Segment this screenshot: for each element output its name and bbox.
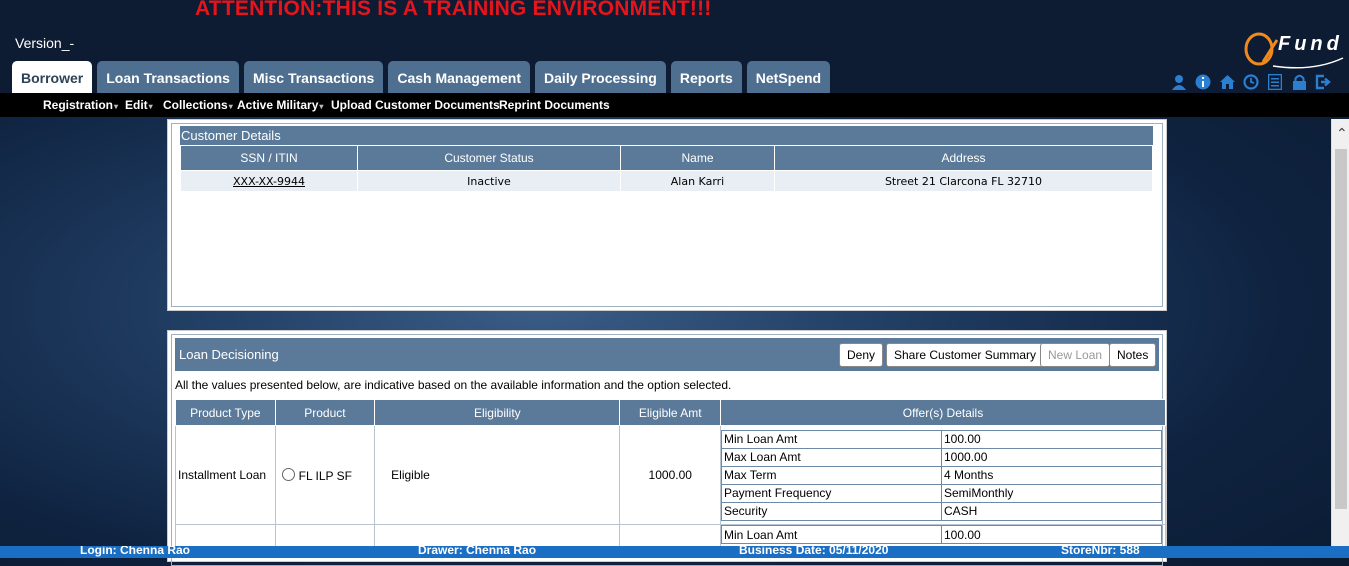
col-address: Address	[774, 145, 1153, 171]
new-loan-button[interactable]: New Loan	[1040, 343, 1111, 367]
tab-netspend[interactable]: NetSpend	[746, 61, 831, 93]
customer-details-title: Customer Details	[180, 126, 1153, 145]
offer-value: SemiMonthly	[941, 483, 1162, 503]
product-type-cell: Installment Loan	[175, 425, 276, 525]
col-eligible-amt: Eligible Amt	[619, 399, 721, 426]
offer-value: 100.00	[941, 429, 1162, 449]
list-icon[interactable]	[1266, 73, 1284, 92]
deny-button[interactable]: Deny	[839, 343, 884, 367]
offer-value: CASH	[941, 501, 1162, 521]
submenu-collections[interactable]: Collections▾	[163, 98, 233, 112]
tab-misc-transactions[interactable]: Misc Transactions	[243, 61, 384, 93]
name-cell: Alan Karri	[620, 170, 775, 192]
tab-daily-processing[interactable]: Daily Processing	[535, 61, 666, 93]
col-product: Product	[274, 399, 376, 426]
col-offer-details: Offer(s) Details	[720, 399, 1166, 426]
tab-loan-transactions[interactable]: Loan Transactions	[97, 61, 239, 93]
home-icon[interactable]	[1218, 74, 1236, 92]
customer-table: SSN / ITIN Customer Status Name Address …	[180, 145, 1153, 192]
offer-details-cell: Min Loan Amt 100.00 Max Loan Amt 1000.00 M…	[720, 425, 1166, 525]
offer-value: 4 Months	[941, 465, 1162, 485]
loan-decisioning-panel: Loan Decisioning Deny Share Customer Sum…	[167, 330, 1167, 566]
footer-business-date: Business Date: 05/11/2020	[739, 546, 889, 557]
offer-value: 1000.00	[941, 447, 1162, 467]
tab-borrower[interactable]: Borrower	[12, 61, 93, 93]
footer-store: StoreNbr: 588	[1061, 546, 1140, 557]
product-cell: FL ILP SF	[274, 425, 376, 525]
ssn-link[interactable]: XXX-XX-9944	[180, 170, 358, 192]
loan-table-header: Product Type Product Eligibility Eligibl…	[175, 399, 1166, 426]
scroll-thumb[interactable]	[1335, 149, 1347, 509]
address-cell: Street 21 Clarcona FL 32710	[774, 170, 1153, 192]
offer-label: Payment Frequency	[721, 483, 942, 503]
offer-details-table: Min Loan Amt 100.00 Max Loan Amt 1000.00 M…	[721, 429, 1162, 521]
vertical-scrollbar[interactable]: ⌃	[1331, 119, 1349, 546]
submenu-label: Edit	[125, 98, 148, 112]
submenu-reprint-documents[interactable]: Reprint Documents	[499, 98, 610, 112]
logout-icon[interactable]	[1314, 74, 1332, 92]
caret-down-icon: ▾	[148, 102, 153, 111]
offer-details-table: Min Loan Amt 100.00	[721, 525, 1162, 544]
submenu-edit[interactable]: Edit▾	[125, 98, 153, 112]
tab-cash-management[interactable]: Cash Management	[388, 61, 531, 93]
offer-row: Max Term 4 Months	[721, 465, 1162, 485]
col-ssn: SSN / ITIN	[180, 145, 358, 171]
caret-down-icon: ▾	[114, 102, 119, 111]
header-icons	[1170, 73, 1332, 92]
lock-icon[interactable]	[1290, 74, 1308, 92]
caret-down-icon: ▾	[228, 102, 233, 111]
offer-label: Security	[721, 501, 942, 521]
eligibility-cell: Eligible	[374, 425, 621, 525]
main-tabs: Borrower Loan Transactions Misc Transact…	[12, 61, 831, 93]
submenu-label: Active Military	[237, 98, 319, 112]
footer-login: Login: Chenna Rao	[80, 546, 190, 557]
product-radio[interactable]	[281, 467, 295, 481]
offer-row: Payment Frequency SemiMonthly	[721, 483, 1162, 503]
offer-label: Min Loan Amt	[721, 429, 942, 449]
offer-label: Max Loan Amt	[721, 447, 942, 467]
submenu-registration[interactable]: Registration▾	[43, 98, 118, 112]
status-footer: Login: Chenna Rao Drawer: Chenna Rao Bus…	[0, 546, 1349, 558]
offer-value: 100.00	[941, 525, 1162, 544]
customer-table-header: SSN / ITIN Customer Status Name Address	[180, 145, 1153, 171]
training-banner: ATTENTION:THIS IS A TRAINING ENVIRONMENT…	[195, 0, 712, 20]
offer-label: Max Term	[721, 465, 942, 485]
notes-button[interactable]: Notes	[1109, 343, 1157, 367]
version-label: Version_-	[15, 35, 75, 51]
footer-drawer: Drawer: Chenna Rao	[418, 546, 537, 557]
submenu-active-military[interactable]: Active Military▾	[237, 98, 323, 112]
submenu-label: Collections	[163, 98, 228, 112]
offer-label: Min Loan Amt	[721, 525, 942, 544]
offer-row: Max Loan Amt 1000.00	[721, 447, 1162, 467]
clock-icon[interactable]	[1242, 74, 1260, 92]
scroll-up-icon[interactable]: ⌃	[1336, 126, 1348, 142]
info-icon[interactable]	[1194, 74, 1212, 92]
col-product-type: Product Type	[175, 399, 276, 426]
offer-row: Min Loan Amt 100.00	[721, 429, 1162, 449]
col-eligibility: Eligibility	[374, 399, 621, 426]
offer-row: Security CASH	[721, 501, 1162, 521]
user-icon[interactable]	[1170, 74, 1188, 92]
col-name: Name	[620, 145, 775, 171]
sub-menu-bar: Registration▾ Edit▾ Collections▾ Active …	[0, 93, 1349, 117]
indicative-note: All the values presented below, are indi…	[175, 378, 732, 392]
tab-reports[interactable]: Reports	[670, 61, 742, 93]
col-status: Customer Status	[357, 145, 621, 171]
eligible-amt-cell: 1000.00	[619, 425, 721, 525]
loan-options-table: Product Type Product Eligibility Eligibl…	[175, 399, 1166, 558]
table-row: Installment Loan FL ILP SF Eligible 1000…	[175, 425, 1166, 525]
share-customer-summary-button[interactable]: Share Customer Summary	[886, 343, 1045, 367]
offer-row: Min Loan Amt 100.00	[721, 525, 1162, 544]
logo-text: Fund	[1278, 33, 1343, 55]
loan-decisioning-title: Loan Decisioning	[179, 347, 279, 362]
product-label: FL ILP SF	[298, 468, 353, 483]
loan-decisioning-header: Loan Decisioning Deny Share Customer Sum…	[175, 338, 1159, 371]
submenu-upload-customer-documents[interactable]: Upload Customer Documents	[331, 98, 500, 112]
status-cell: Inactive	[357, 170, 621, 192]
ssn-value[interactable]: XXX-XX-9944	[233, 175, 305, 188]
customer-details-panel: Customer Details SSN / ITIN Customer Sta…	[167, 119, 1167, 311]
submenu-label: Registration	[43, 98, 114, 112]
table-row: XXX-XX-9944 Inactive Alan Karri Street 2…	[180, 170, 1153, 192]
caret-down-icon: ▾	[319, 102, 324, 111]
